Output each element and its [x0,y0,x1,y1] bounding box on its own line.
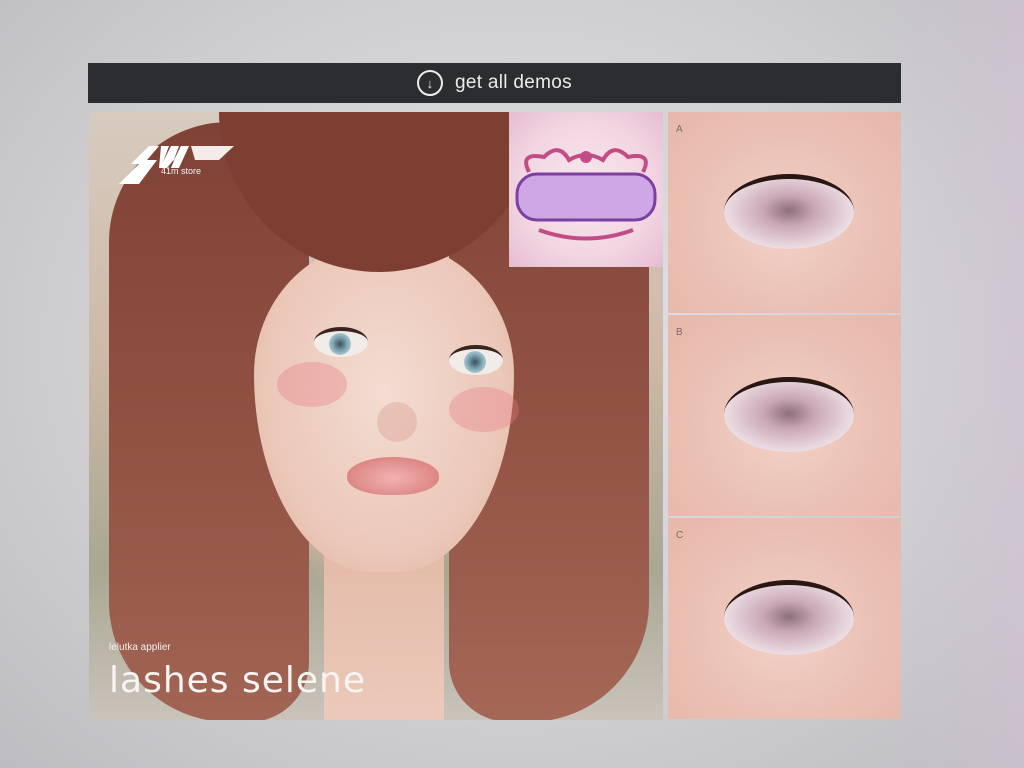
variant-label: B [676,327,683,338]
eye-closeup-image [724,174,854,249]
variant-label: A [676,124,683,135]
eye-closeup-image [724,377,854,452]
left-cheek [277,362,347,407]
waifu-dreams-logo [509,112,663,267]
eye-closeup-image [724,580,854,655]
variant-panel-a: A [668,112,901,313]
get-all-demos-label: get all demos [455,72,572,93]
41m-logo-icon [119,146,234,184]
variant-panel-b: B [668,315,901,516]
right-eye [449,345,503,375]
store-name: 41m store [161,166,202,176]
applier-label: lelutka applier [109,642,171,653]
variant-label: C [676,530,684,541]
left-eye [314,327,368,357]
right-cheek [449,387,519,432]
download-icon: ↓ [417,70,444,96]
lips-shape [347,457,439,495]
product-title: lashes selene [109,660,367,701]
background-glow [884,0,1024,768]
variant-panel-c: C [668,518,901,719]
product-main-image: 41m store lelutka applier lashes selene [89,112,663,720]
variant-column: A B C [668,112,901,720]
nose-shape [377,402,417,442]
get-all-demos-button[interactable]: ↓ get all demos [88,63,901,103]
